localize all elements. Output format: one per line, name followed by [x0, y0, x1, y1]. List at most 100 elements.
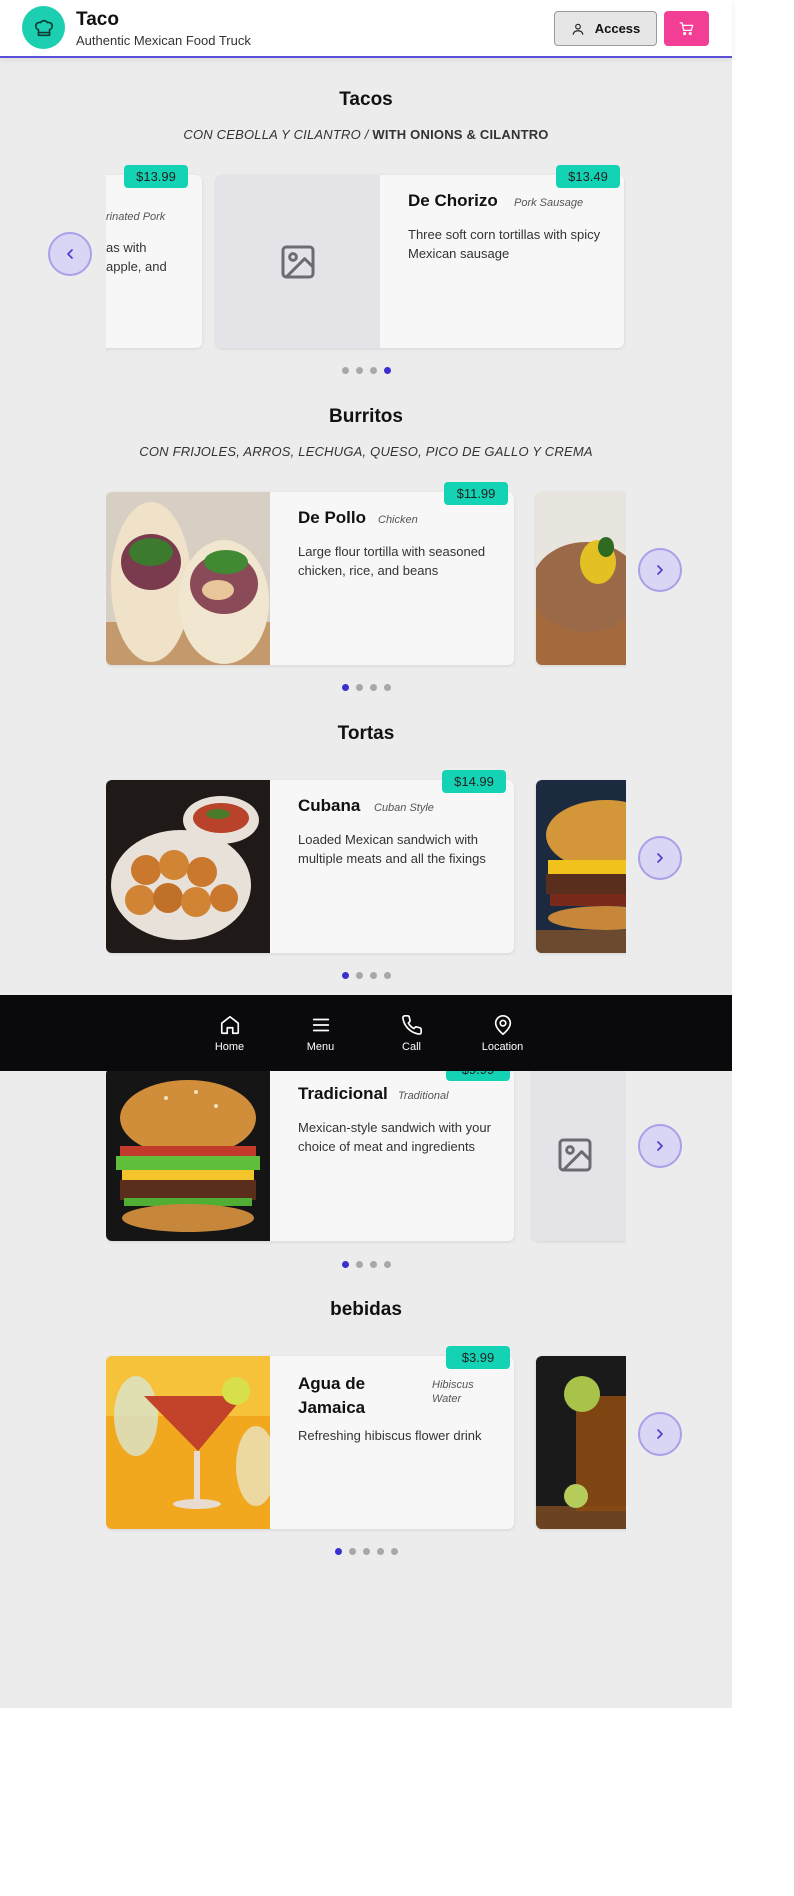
user-icon [572, 23, 583, 35]
carousel-dots-tortas [0, 972, 732, 979]
image-placeholder-icon [558, 1138, 592, 1171]
section-title-bebidas: bebidas [330, 1299, 402, 1320]
image-placeholder [532, 1068, 626, 1241]
carousel-dot[interactable] [383, 1261, 391, 1268]
tortas-carousel[interactable]: Cubana Cuban Style Loaded Mexican sandwi… [106, 770, 626, 960]
drink-image [106, 1356, 270, 1529]
carousel-dot[interactable] [383, 684, 391, 691]
chevron-left-icon [67, 249, 73, 259]
carousel-prev-button[interactable] [48, 232, 92, 276]
menu-card-tradicional[interactable]: Tradicional Traditional Mexican-style sa… [106, 1068, 514, 1241]
nav-home[interactable]: Home [184, 995, 275, 1071]
price-badge: $3.99 [446, 1346, 510, 1369]
section-title-tacos: Tacos [339, 89, 393, 110]
chef-hat-icon[interactable] [22, 6, 65, 49]
menu-card-de-chorizo[interactable]: De Chorizo Pork Sausage Three soft corn … [216, 175, 624, 348]
menu-card-de-pollo[interactable]: De Pollo Chicken Large flour tortilla wi… [106, 492, 514, 665]
carousel-next-button[interactable] [638, 836, 682, 880]
chevron-right-icon [657, 1429, 663, 1439]
carousel-dot[interactable] [355, 972, 363, 979]
drink-image [536, 1356, 626, 1529]
price-badge: $14.99 [442, 770, 506, 793]
menu-card-next[interactable] [536, 492, 626, 665]
card-name: Tradicional [298, 1084, 388, 1103]
nav-location-label: Location [481, 1040, 524, 1053]
card-name: De Chorizo [408, 191, 498, 210]
brand-subtitle: Authentic Mexican Food Truck [76, 33, 251, 48]
nav-call-label: Call [402, 1040, 421, 1053]
phone-icon [401, 1014, 422, 1035]
bottom-navigation: Home Menu Call Location [0, 995, 732, 1071]
tacos-subtitle-spanish: CON CEBOLLA Y CILANTRO / [183, 127, 373, 142]
chevron-right-icon [657, 1141, 663, 1151]
tacos-carousel[interactable]: rinated Pork as with apple, and $13.99 D… [106, 165, 626, 355]
burger-image [536, 780, 626, 953]
carousel-dot[interactable] [348, 1548, 356, 1555]
carousel-dot-active[interactable] [334, 1548, 342, 1555]
map-pin-icon [494, 1014, 511, 1035]
carousel-dot[interactable] [390, 1548, 398, 1555]
carousel-dot[interactable] [369, 972, 377, 979]
carousel-dot-active[interactable] [341, 972, 349, 979]
price-badge: $13.99 [124, 165, 188, 188]
carousel-dot[interactable] [355, 1261, 363, 1268]
menu-icon [312, 1018, 329, 1031]
page-background: Taco Authentic Mexican Food Truck Access… [0, 0, 732, 1708]
menu-card-cubana[interactable]: Cubana Cuban Style Loaded Mexican sandwi… [106, 780, 514, 953]
cart-icon [679, 22, 694, 36]
card-description: Loaded Mexican sandwich with multiple me… [298, 832, 486, 866]
carousel-dot[interactable] [341, 367, 349, 374]
carousel-dot[interactable] [362, 1548, 370, 1555]
carousel-dots-tortas-2 [0, 1261, 732, 1268]
carousel-dots-burritos [0, 684, 732, 691]
card-description: Mexican-style sandwich with your choice … [298, 1120, 491, 1154]
card-description: Three soft corn tortillas with spicy Mex… [408, 227, 601, 261]
price-badge: $13.49 [556, 165, 620, 188]
card-name: Cubana [298, 796, 361, 815]
access-button-label: Access [594, 21, 641, 36]
nav-menu[interactable]: Menu [275, 995, 366, 1071]
app-header: Taco Authentic Mexican Food Truck Access [0, 0, 732, 58]
section-title-burritos: Burritos [329, 406, 403, 427]
brand-title: Taco [76, 9, 119, 30]
menu-card-next[interactable] [536, 780, 626, 953]
menu-card-next[interactable] [536, 1356, 626, 1529]
carousel-dot[interactable] [369, 1261, 377, 1268]
access-button[interactable]: Access [554, 11, 657, 46]
menu-card-agua-de-jamaica[interactable]: Agua de Jamaica Hibiscus Water Refreshin… [106, 1356, 514, 1529]
carousel-dots-tacos [0, 367, 732, 374]
nav-home-label: Home [214, 1040, 245, 1053]
tortas-carousel-2[interactable]: Tradicional Traditional Mexican-style sa… [106, 1058, 626, 1248]
carousel-dot-active[interactable] [341, 684, 349, 691]
carousel-next-button[interactable] [638, 548, 682, 592]
carousel-dot[interactable] [369, 684, 377, 691]
carousel-dot[interactable] [355, 684, 363, 691]
carousel-next-button[interactable] [638, 1124, 682, 1168]
card-subtitle: Cuban Style [374, 802, 434, 814]
tacos-subtitle-english: WITH ONIONS & CILANTRO [372, 127, 549, 142]
section-subtitle-tacos: CON CEBOLLA Y CILANTRO / WITH ONIONS & C… [0, 127, 732, 142]
menu-card-next[interactable] [532, 1068, 626, 1241]
card-subtitle: rinated Pork [106, 211, 166, 223]
card-name: Agua de Jamaica [298, 1374, 366, 1417]
carousel-dot[interactable] [383, 972, 391, 979]
image-placeholder-icon [281, 245, 315, 278]
carousel-dot-active[interactable] [383, 367, 391, 374]
card-subtitle: Traditional [398, 1090, 449, 1102]
card-description: Refreshing hibiscus flower drink [298, 1428, 482, 1443]
torta-image [106, 780, 270, 953]
carousel-dots-bebidas [0, 1548, 732, 1555]
nav-call[interactable]: Call [366, 995, 457, 1071]
carousel-dot[interactable] [376, 1548, 384, 1555]
carousel-dot-active[interactable] [341, 1261, 349, 1268]
section-title-tortas: Tortas [337, 723, 395, 744]
carousel-dot[interactable] [355, 367, 363, 374]
nav-location[interactable]: Location [457, 995, 548, 1071]
cart-button[interactable] [664, 11, 709, 46]
chevron-right-icon [657, 565, 663, 575]
burritos-carousel[interactable]: De Pollo Chicken Large flour tortilla wi… [106, 482, 626, 672]
menu-card-previous[interactable]: rinated Pork as with apple, and [106, 175, 202, 348]
bebidas-carousel[interactable]: Agua de Jamaica Hibiscus Water Refreshin… [106, 1346, 626, 1536]
carousel-dot[interactable] [369, 367, 377, 374]
carousel-next-button[interactable] [638, 1412, 682, 1456]
